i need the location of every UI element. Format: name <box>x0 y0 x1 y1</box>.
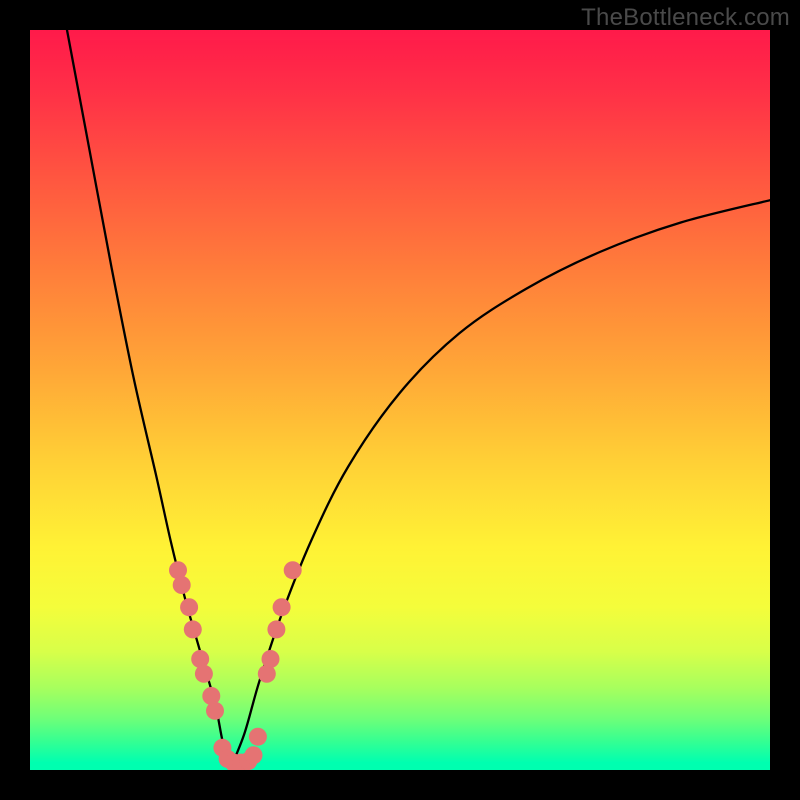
data-dot <box>206 702 224 720</box>
data-dot <box>249 728 267 746</box>
plot-area <box>30 30 770 770</box>
data-dot <box>173 576 191 594</box>
dot-group <box>169 561 302 770</box>
chart-frame: TheBottleneck.com <box>0 0 800 800</box>
data-dot <box>195 665 213 683</box>
data-dot <box>262 650 280 668</box>
data-dot <box>245 746 263 764</box>
data-dot <box>273 598 291 616</box>
data-dot <box>267 620 285 638</box>
data-dot <box>180 598 198 616</box>
chart-svg <box>30 30 770 770</box>
data-dot <box>284 561 302 579</box>
watermark-text: TheBottleneck.com <box>581 4 790 32</box>
curve-right-branch <box>230 200 770 770</box>
data-dot <box>184 620 202 638</box>
